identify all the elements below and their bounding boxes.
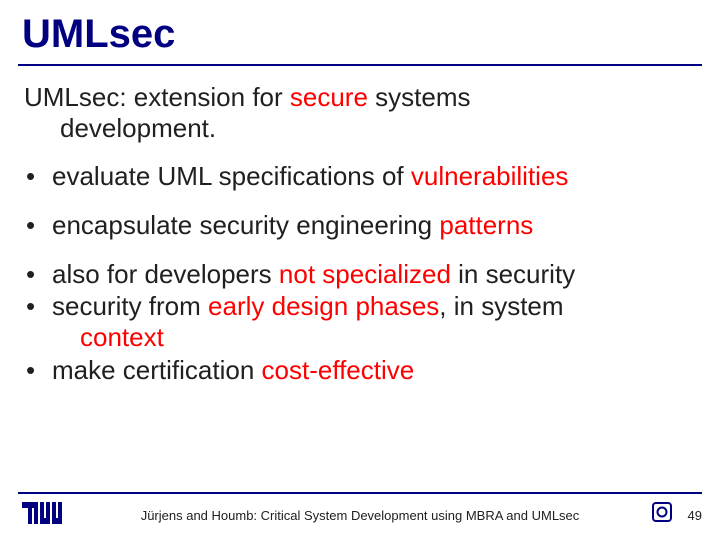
intro-mid: systems [368,82,471,112]
slide-title: UMLsec [22,12,175,57]
bullet-item: evaluate UML specifications of vulnerabi… [24,161,702,192]
footer-divider [18,492,702,494]
bullet-highlight: vulnerabilities [411,161,569,191]
bullet-highlight: early design phases [208,291,439,321]
slide: UMLsec UMLsec: extension for secure syst… [0,0,720,540]
bullet-highlight: not specialized [279,259,451,289]
bullet-continuation: context [52,322,702,353]
bullet-item: make certification cost-effective [24,355,702,386]
corner-logo-icon [652,502,672,527]
bullet-group-2: also for developers not specialized in s… [18,259,702,386]
intro-prefix: UMLsec: extension for [24,82,290,112]
intro-text: UMLsec: extension for secure systems dev… [18,82,702,143]
bullet-post: in security [451,259,575,289]
intro-highlight: secure [290,82,368,112]
intro-line2: development. [24,113,216,143]
bullet-highlight: patterns [439,210,533,240]
footer-text: Jürjens and Houmb: Critical System Devel… [0,508,720,523]
bullet-highlight: cost-effective [262,355,415,385]
bullet-pre: make certification [52,355,262,385]
slide-body: UMLsec: extension for secure systems dev… [18,82,702,387]
page-number: 49 [688,508,702,523]
bullet-pre: evaluate UML specifications of [52,161,411,191]
bullet-cont-highlight: context [80,322,164,352]
bullet-item: encapsulate security engineering pattern… [24,210,702,241]
title-divider [18,64,702,66]
bullet-group-1: evaluate UML specifications of vulnerabi… [18,161,702,240]
bullet-item: also for developers not specialized in s… [24,259,702,290]
bullet-pre: encapsulate security engineering [52,210,439,240]
footer: Jürjens and Houmb: Critical System Devel… [0,498,720,534]
bullet-pre: security from [52,291,208,321]
bullet-item: security from early design phases, in sy… [24,291,702,352]
bullet-post: , in system [439,291,563,321]
bullet-pre: also for developers [52,259,279,289]
